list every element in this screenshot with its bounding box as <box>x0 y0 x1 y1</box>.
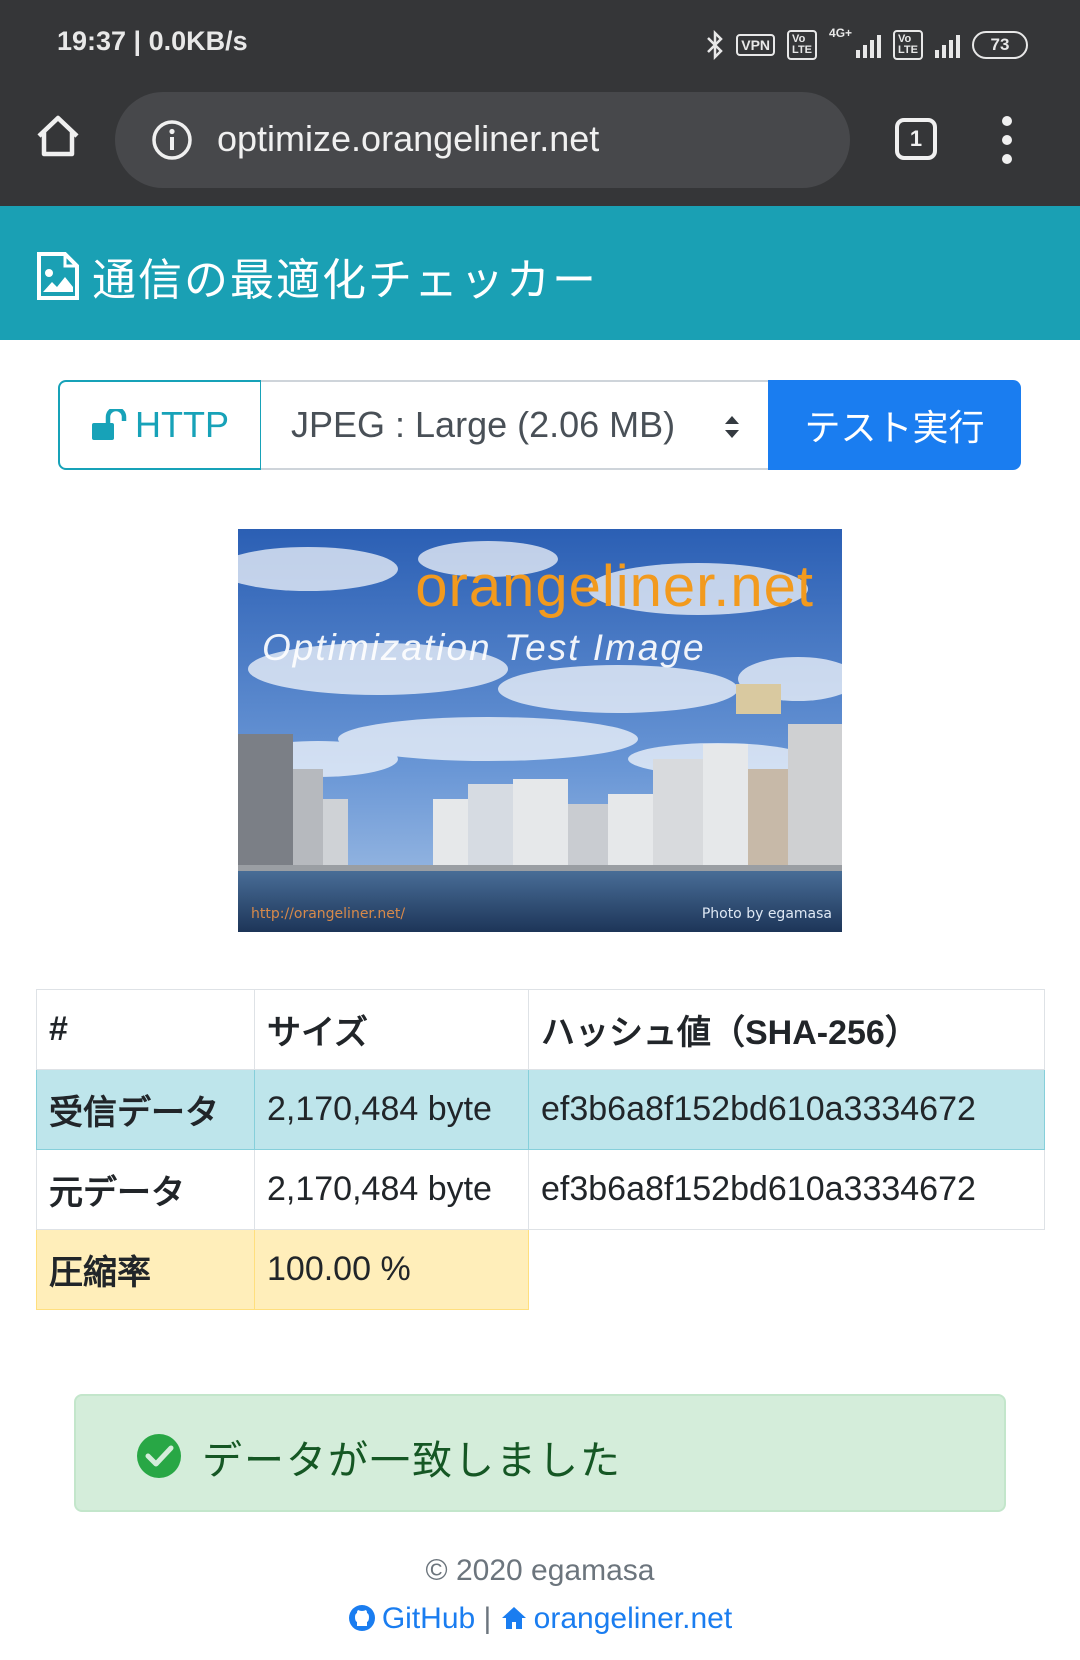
column-header: ハッシュ値（SHA-256） <box>528 989 1045 1070</box>
column-header: サイズ <box>254 989 529 1070</box>
check-circle-icon <box>137 1434 181 1478</box>
table-row-compression: 圧縮率 100.00 % <box>36 1229 1045 1310</box>
ratio-cell: 100.00 % <box>254 1229 529 1310</box>
table-row-received: 受信データ 2,170,484 byte ef3b6a8f152bd610a33… <box>36 1069 1045 1150</box>
copyright: © 2020 egamasa <box>425 1554 655 1587</box>
hash-cell: ef3b6a8f152bd610a3334672 <box>528 1069 1045 1150</box>
image-subtitle-text: Optimization Test Image <box>262 627 706 668</box>
size-select[interactable]: JPEG : Large (2.06 MB) <box>261 380 769 470</box>
result-table: # サイズ ハッシュ値（SHA-256） 受信データ 2,170,484 byt… <box>36 989 1045 1310</box>
github-link[interactable]: GitHub <box>348 1602 484 1635</box>
size-cell: 2,170,484 byte <box>254 1069 529 1150</box>
test-image: orangeliner.net Optimization Test Image … <box>238 529 842 932</box>
status-time: 19:37 | 0.0KB/s <box>57 26 248 56</box>
status-icons: VPN Vo LTE 4G+ Vo LTE 73 <box>706 26 1028 64</box>
run-test-button[interactable]: テスト実行 <box>768 380 1021 470</box>
size-select-value: JPEG : Large (2.06 MB) <box>291 404 676 445</box>
volte-icon: Vo LTE <box>787 30 818 60</box>
home-icon <box>501 1607 526 1629</box>
hash-cell: ef3b6a8f152bd610a3334672 <box>528 1149 1045 1230</box>
overflow-menu-icon[interactable] <box>1001 116 1013 164</box>
site-label: orangeliner.net <box>533 1602 733 1635</box>
vpn-icon: VPN <box>736 34 776 56</box>
protocol-button[interactable]: HTTP <box>58 380 262 470</box>
footer-links: GitHub | orangeliner.net <box>0 1602 1080 1636</box>
footer-separator: | <box>483 1602 492 1635</box>
site-link[interactable]: orangeliner.net <box>500 1602 733 1635</box>
image-brand-text: orangeliner.net <box>415 554 814 619</box>
github-label: GitHub <box>381 1602 476 1635</box>
alert-message: データが一致しました <box>202 1438 622 1484</box>
url-bar[interactable]: optimize.orangeliner.net <box>115 92 850 188</box>
home-icon[interactable] <box>34 112 82 160</box>
tab-count-button[interactable]: 1 <box>895 118 937 160</box>
size-cell: 2,170,484 byte <box>254 1149 529 1230</box>
image-file-icon <box>37 252 79 300</box>
network-type: 4G+ <box>829 26 853 40</box>
row-label: 元データ <box>36 1149 255 1230</box>
protocol-label: HTTP <box>135 404 229 445</box>
signal-icon-2 <box>935 32 960 58</box>
page-title: 通信の最適化チェッカー <box>92 255 598 306</box>
github-icon <box>348 1605 375 1631</box>
unlock-icon <box>92 409 127 440</box>
image-url-text: http://orangeliner.net/ <box>251 906 406 922</box>
battery-icon: 73 <box>972 31 1028 59</box>
browser-chrome: 19:37 | 0.0KB/s VPN Vo LTE 4G+ Vo LTE 73 o… <box>0 0 1080 206</box>
site-header: 通信の最適化チェッカー <box>0 206 1080 340</box>
url-text[interactable]: optimize.orangeliner.net <box>217 118 599 160</box>
signal-icon <box>856 32 882 58</box>
volte-icon-2: Vo LTE <box>893 30 923 60</box>
image-credit-text: Photo by egamasa <box>701 906 832 922</box>
row-label: 受信データ <box>36 1069 255 1150</box>
select-arrows-icon <box>725 416 739 438</box>
table-header-row: # サイズ ハッシュ値（SHA-256） <box>36 989 1045 1070</box>
info-icon[interactable] <box>151 119 193 161</box>
success-alert: データが一致しました <box>74 1394 1006 1512</box>
bluetooth-icon <box>707 30 724 60</box>
column-header: # <box>36 989 255 1070</box>
table-row-original: 元データ 2,170,484 byte ef3b6a8f152bd610a333… <box>36 1149 1045 1230</box>
row-label: 圧縮率 <box>36 1229 255 1310</box>
empty-cell <box>528 1229 1045 1310</box>
